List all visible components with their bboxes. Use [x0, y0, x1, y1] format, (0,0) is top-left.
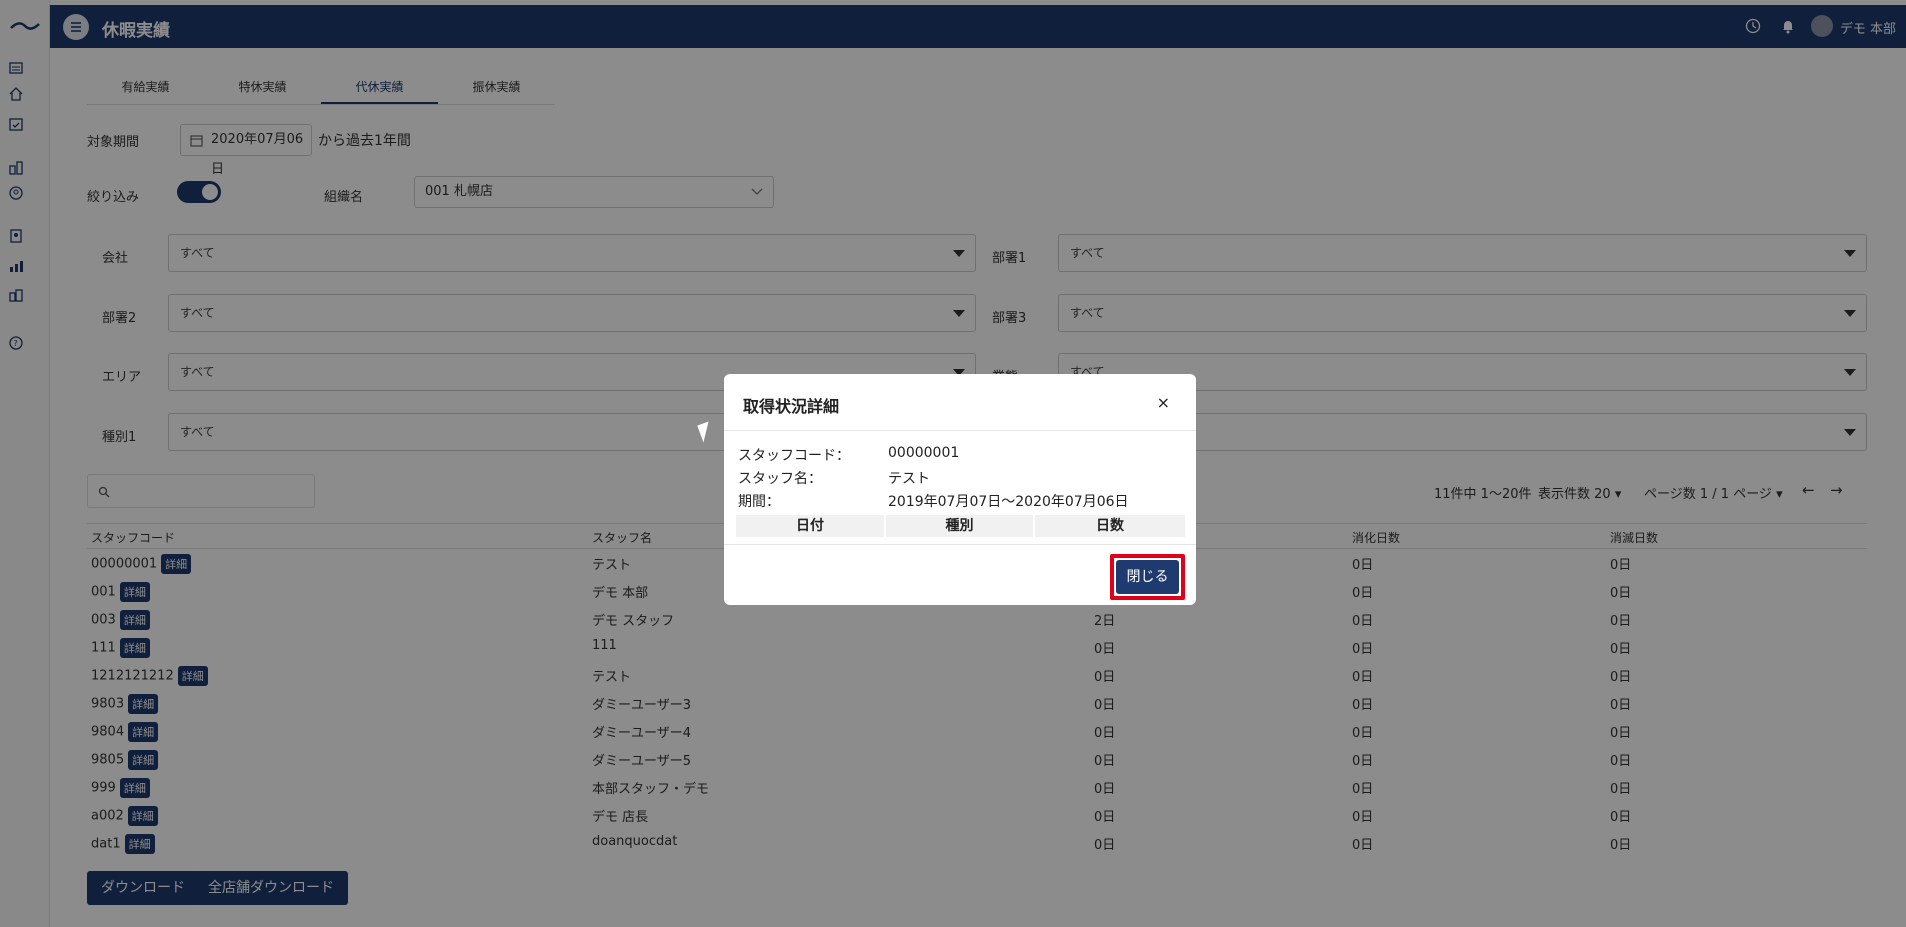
col-days: 日数 — [1035, 515, 1185, 537]
staff-code-label: スタッフコード： — [738, 448, 850, 464]
period-label: 期間： — [738, 494, 780, 510]
close-icon[interactable]: × — [1157, 393, 1170, 412]
staff-name-value: テスト — [888, 471, 930, 487]
modal-divider — [724, 430, 1196, 431]
modal-footer-divider — [724, 544, 1196, 545]
col-type: 種別 — [886, 515, 1033, 537]
period-value: 2019年07月07日〜2020年07月06日 — [888, 494, 1129, 510]
staff-name-label: スタッフ名： — [738, 471, 822, 487]
close-button[interactable]: 閉じる — [1116, 560, 1179, 594]
col-date: 日付 — [736, 515, 884, 537]
modal-title: 取得状況詳細 — [743, 397, 840, 416]
detail-modal: 取得状況詳細 × スタッフコード： 00000001 スタッフ名： テスト 期間… — [724, 374, 1196, 605]
close-button-highlight: 閉じる — [1110, 554, 1185, 600]
staff-code-value: 00000001 — [888, 445, 960, 461]
